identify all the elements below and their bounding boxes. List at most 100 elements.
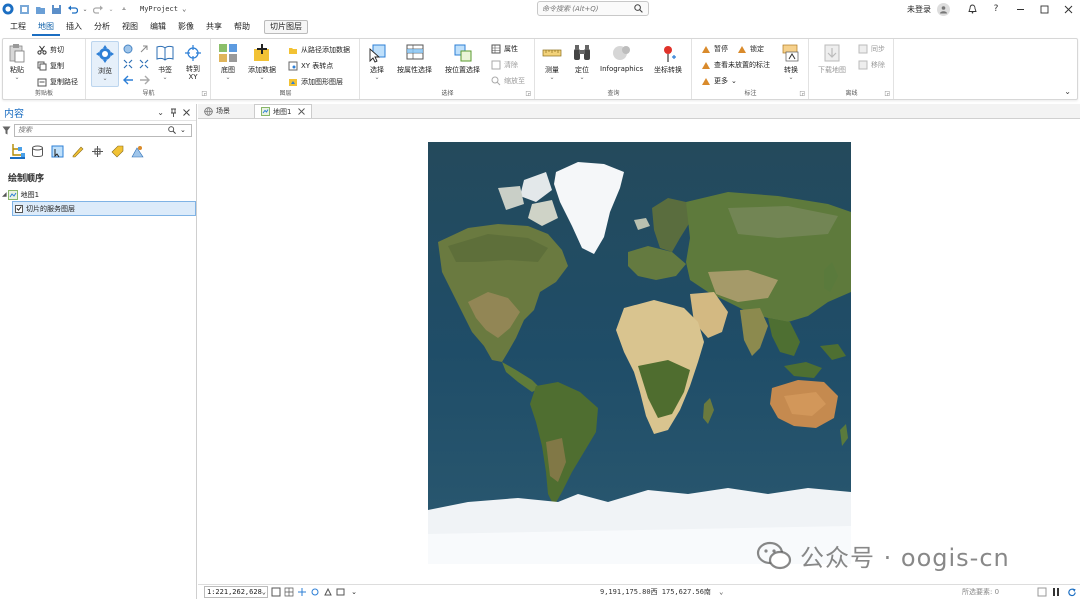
convert-labels-button[interactable]: 转换 ⌄ (781, 43, 801, 81)
explore-button[interactable]: 浏览 ⌄ (91, 41, 119, 87)
coordinate-conversion-button[interactable]: 坐标转换 (654, 43, 682, 75)
add-graphics-layer-button[interactable]: 添加图形图层 (288, 76, 343, 88)
project-name[interactable]: MyProject ⌄ (140, 5, 186, 13)
tiled-service-layer-node[interactable]: 切片的服务图层 (12, 201, 196, 216)
add-data-from-path-button[interactable]: 从路径添加数据 (288, 44, 350, 56)
download-map-button[interactable]: 下载地图 (818, 43, 846, 75)
tab-5[interactable]: 编辑 (144, 18, 172, 36)
sync-views-icon[interactable] (336, 587, 346, 597)
goto-xy-button[interactable]: 转到 XY (183, 43, 203, 81)
notifications-bell-icon[interactable] (960, 0, 984, 18)
infographics-button[interactable]: Infographics (600, 43, 643, 73)
copy-button[interactable]: 复制 (37, 60, 64, 72)
command-search-box[interactable] (537, 1, 649, 16)
dialog-launcher-icon[interactable]: ◲ (799, 90, 805, 97)
list-by-source-icon[interactable] (30, 144, 45, 159)
scale-selector[interactable]: 1:221,262,628 ⌄ (204, 586, 268, 598)
open-project-icon[interactable] (34, 3, 46, 15)
search-options-chevron-icon[interactable]: ⌄ (180, 126, 186, 134)
undo-dropdown-icon[interactable]: ⌄ (82, 3, 88, 15)
pane-options-chevron-icon[interactable]: ⌄ (157, 108, 164, 117)
list-by-snapping-icon[interactable] (90, 144, 105, 159)
basemap-button[interactable]: 底图 ⌄ (218, 43, 238, 81)
more-labeling-button[interactable]: 更多 ⌄ (701, 75, 737, 87)
customize-toolbar-icon[interactable]: ⩡ (118, 3, 130, 15)
close-window-button[interactable] (1056, 0, 1080, 18)
navigation-icon[interactable] (323, 587, 333, 597)
tab-map1[interactable]: 地图1 (254, 104, 313, 118)
tab-7[interactable]: 共享 (200, 18, 228, 36)
tab-2[interactable]: 插入 (60, 18, 88, 36)
close-pane-icon[interactable] (183, 108, 190, 116)
filter-icon[interactable] (2, 126, 11, 135)
close-tab-icon[interactable] (298, 108, 306, 115)
maximize-button[interactable] (1032, 0, 1056, 18)
snapping-icon[interactable] (297, 587, 307, 597)
tab-1[interactable]: 地图 (32, 18, 60, 36)
copy-path-button[interactable]: 复制路径 (37, 76, 78, 88)
previous-extent-icon[interactable] (123, 75, 134, 85)
fixed-zoom-in-icon[interactable] (123, 59, 133, 69)
select-button[interactable]: 选择 ⌄ (367, 43, 387, 81)
redraw-icon[interactable] (1067, 587, 1077, 597)
tab-6[interactable]: 影像 (172, 18, 200, 36)
attributes-button[interactable]: 属性 (491, 43, 518, 55)
sign-in-label[interactable]: 未登录 (907, 4, 931, 15)
full-extent-icon[interactable] (123, 44, 133, 54)
list-by-labeling-icon[interactable] (110, 144, 125, 159)
xy-table-to-point-button[interactable]: XY 表转点 (288, 60, 333, 72)
dialog-launcher-icon[interactable]: ◲ (525, 90, 531, 97)
tab-contextual-tile-layer[interactable]: 切片图层 (264, 20, 308, 34)
save-icon[interactable] (50, 3, 62, 15)
cut-button[interactable]: 剪切 (37, 44, 64, 56)
undo-icon[interactable] (66, 3, 78, 15)
select-by-attributes-button[interactable]: 按属性选择 (397, 43, 432, 75)
tab-4[interactable]: 视图 (116, 18, 144, 36)
auto-hide-pin-icon[interactable] (170, 108, 177, 117)
pause-labeling-button[interactable]: 暂停 (701, 43, 728, 55)
zoom-to-layer-icon[interactable] (139, 44, 149, 54)
map-view[interactable] (198, 120, 1080, 584)
locate-button[interactable]: 定位 ⌄ (572, 43, 592, 81)
paste-button[interactable]: 粘贴 ⌄ (7, 43, 27, 81)
map-rotation-icon[interactable] (271, 587, 281, 597)
add-data-button[interactable]: 添加数据 ⌄ (248, 43, 276, 81)
map-node[interactable]: ◢ 地图1 (0, 188, 196, 201)
redo-icon[interactable] (92, 3, 104, 15)
collapse-ribbon-icon[interactable]: ⌄ (1064, 87, 1071, 96)
sync-button[interactable]: 同步 (858, 43, 885, 55)
contents-search-input[interactable] (18, 126, 168, 134)
lock-labels-button[interactable]: 锁定 (737, 43, 764, 55)
bookmarks-button[interactable]: 书签 ⌄ (155, 43, 175, 81)
measure-button[interactable]: 测量 ⌄ (542, 43, 562, 81)
next-extent-icon[interactable] (139, 75, 150, 85)
list-by-editing-icon[interactable] (70, 144, 85, 159)
world-imagery-map[interactable] (428, 142, 851, 564)
constraint-icon[interactable] (310, 587, 320, 597)
fixed-zoom-out-icon[interactable] (139, 59, 149, 69)
layer-visibility-checkbox[interactable] (15, 204, 23, 213)
select-by-location-button[interactable]: 按位置选择 (445, 43, 480, 75)
grid-icon[interactable] (284, 587, 294, 597)
tab-scene[interactable]: 场景 (198, 104, 236, 118)
search-icon[interactable] (168, 126, 176, 134)
refresh-icon[interactable] (1037, 587, 1047, 597)
tab-3[interactable]: 分析 (88, 18, 116, 36)
user-avatar-icon[interactable] (937, 2, 950, 16)
search-icon[interactable] (634, 4, 643, 13)
pause-drawing-icon[interactable] (1051, 587, 1061, 597)
help-button[interactable]: ? (984, 0, 1008, 18)
list-by-drawing-order-icon[interactable] (10, 144, 25, 159)
minimize-button[interactable] (1008, 0, 1032, 18)
list-by-selection-icon[interactable] (50, 144, 65, 159)
zoom-to-selection-button[interactable]: 缩放至 (491, 75, 525, 87)
dialog-launcher-icon[interactable]: ◲ (884, 90, 890, 97)
chevron-down-icon[interactable]: ⌄ (719, 588, 723, 596)
remove-offline-button[interactable]: 移除 (858, 59, 885, 71)
list-by-perspective-imagery-icon[interactable] (130, 144, 145, 159)
expand-collapse-icon[interactable]: ◢ (2, 191, 7, 198)
clear-selection-button[interactable]: 清除 (491, 59, 518, 71)
view-unplaced-labels-button[interactable]: 查看未放置的标注 (701, 59, 770, 71)
command-search-input[interactable] (542, 4, 634, 13)
contents-search-box[interactable]: ⌄ (14, 123, 192, 137)
